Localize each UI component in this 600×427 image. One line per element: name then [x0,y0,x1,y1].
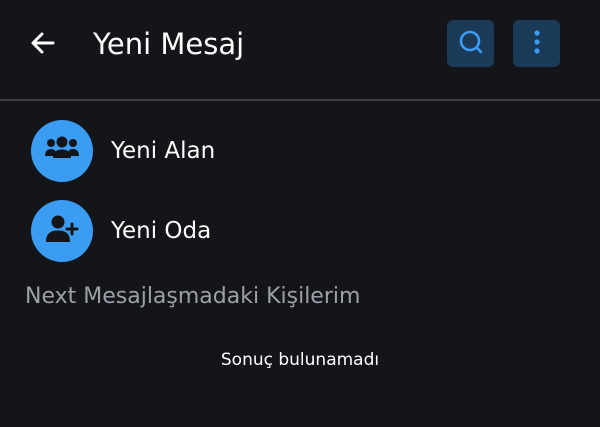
new-room-item[interactable]: Yeni Oda [0,193,600,269]
more-vertical-icon [533,29,541,59]
arrow-left-icon [29,29,57,61]
more-options-button[interactable] [513,20,560,67]
new-group-avatar [31,120,93,182]
group-icon [44,136,80,166]
new-group-label: Yeni Alan [111,138,216,164]
app-bar: Yeni Mesaj [0,0,600,99]
add-person-icon [45,214,79,248]
back-button[interactable] [24,26,62,64]
empty-state-text: Sonuç bulunamadı [220,350,380,370]
search-icon [457,28,485,60]
new-message-screen: Yeni Mesaj Yeni Alan Yeni Oda Next Mesaj… [0,0,600,427]
new-room-avatar [31,200,93,262]
new-group-item[interactable]: Yeni Alan [0,113,600,189]
page-title: Yeni Mesaj [93,27,245,61]
new-room-label: Yeni Oda [111,218,212,244]
contacts-section-title: Next Mesajlaşmadaki Kişilerim [25,284,361,309]
header-divider [0,99,600,101]
search-button[interactable] [447,20,494,67]
